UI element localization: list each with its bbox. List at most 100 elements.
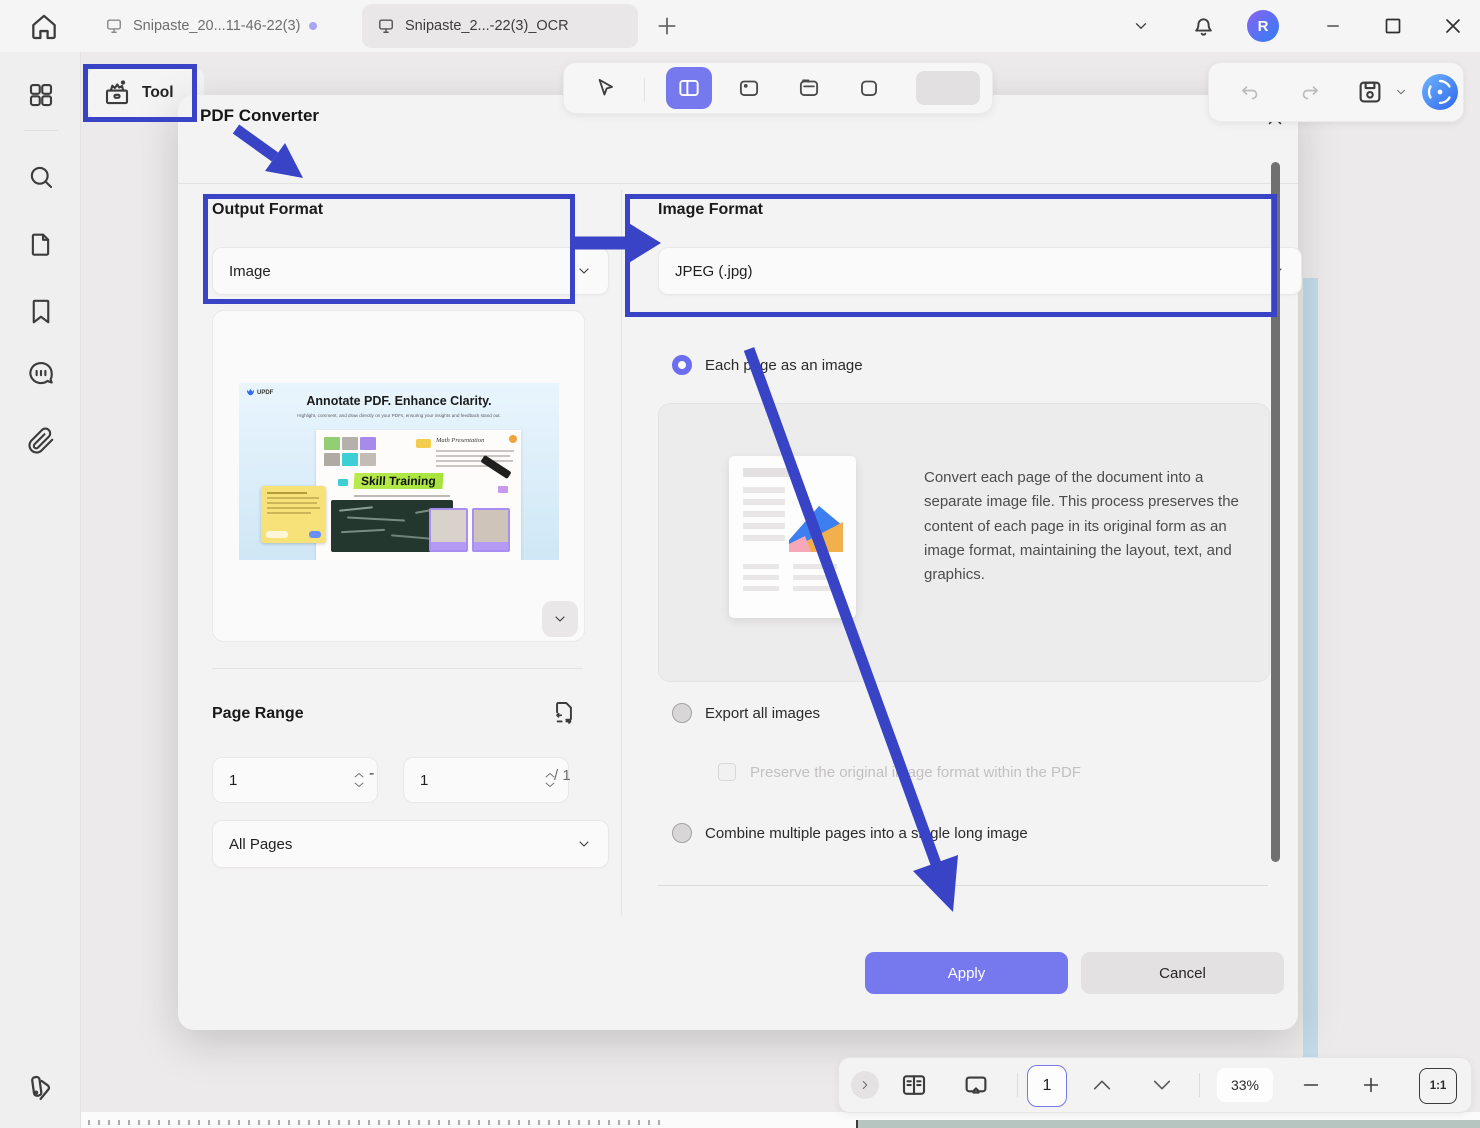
current-page-input[interactable]: 1: [1027, 1065, 1067, 1107]
note-title: Math Presentation: [436, 437, 484, 444]
thumbnail-title: Annotate PDF. Enhance Clarity.: [239, 394, 559, 408]
expand-panel-button[interactable]: [851, 1071, 879, 1099]
photo-chip: [324, 453, 340, 466]
page-to-stepper[interactable]: 1: [403, 757, 569, 803]
option-label: Each page as an image: [705, 357, 863, 374]
document-illustration: [729, 456, 856, 618]
page-thumbnail: UPDF Annotate PDF. Enhance Clarity. High…: [239, 383, 559, 560]
image-format-label: Image Format: [658, 201, 763, 219]
zoom-level-value: 33%: [1231, 1077, 1259, 1093]
chart-illustration: [781, 500, 851, 568]
stamp-tool-icon[interactable]: [736, 75, 762, 101]
page-preset-value: All Pages: [229, 836, 292, 853]
pages-file-icon[interactable]: [24, 227, 58, 261]
whiteboard-graphic: Math Presentation Skill Training: [316, 430, 521, 560]
file-actions-toolbar: [1208, 62, 1464, 122]
pdf-converter-dialog: PDF Converter Output Format Image UPDF A…: [178, 95, 1298, 1030]
teal-chip: [338, 479, 348, 486]
search-icon[interactable]: [24, 160, 58, 194]
save-icon[interactable]: [1355, 77, 1385, 107]
toolbar-divider: [1199, 1073, 1200, 1097]
dialog-scrollbar[interactable]: [1271, 162, 1280, 862]
option-export-all[interactable]: Export all images: [672, 703, 820, 723]
shape-tool-icon[interactable]: [856, 75, 882, 101]
option-label: Export all images: [705, 705, 820, 722]
maximize-button[interactable]: [1381, 14, 1405, 38]
chevron-down-icon: [576, 263, 592, 279]
purple-chip: [498, 486, 508, 493]
tag-chip: [416, 439, 431, 448]
tab-document-2[interactable]: Snipaste_2...-22(3)_OCR: [362, 4, 638, 48]
dialog-header-divider: [178, 183, 1298, 184]
close-window-button[interactable]: [1441, 14, 1465, 38]
option-description: Convert each page of the document into a…: [924, 466, 1254, 587]
redo-icon[interactable]: [1297, 80, 1323, 104]
presentation-mode-icon[interactable]: [961, 1070, 991, 1100]
toolbar-divider: [644, 78, 645, 102]
new-tab-button[interactable]: [654, 13, 680, 39]
save-options-chevron-icon[interactable]: [1393, 85, 1409, 99]
page-preset-select[interactable]: All Pages: [212, 820, 609, 868]
chevron-down-icon: [576, 836, 592, 852]
attachment-paperclip-icon[interactable]: [24, 424, 58, 458]
page-from-stepper[interactable]: 1: [212, 757, 378, 803]
zoom-level-display[interactable]: 33%: [1217, 1068, 1273, 1102]
output-format-select[interactable]: Image: [212, 247, 609, 295]
output-format-value: Image: [229, 263, 271, 280]
preview-expand-button[interactable]: [542, 601, 578, 637]
footer-divider: [658, 885, 1268, 886]
thumbnails-grid-icon[interactable]: [24, 78, 58, 112]
radio-icon[interactable]: [672, 703, 692, 723]
stepper-arrows[interactable]: [353, 771, 365, 789]
previous-page-button[interactable]: [1091, 1077, 1113, 1093]
tabs-dropdown-icon[interactable]: [1130, 17, 1152, 35]
page-range-settings-icon[interactable]: [550, 699, 578, 729]
cursor-tool-icon[interactable]: [592, 75, 618, 101]
sidebar: [0, 52, 81, 1128]
undo-icon[interactable]: [1237, 80, 1263, 104]
zoom-in-button[interactable]: [1359, 1074, 1383, 1096]
ai-assistant-button[interactable]: [1421, 73, 1459, 111]
actual-size-button[interactable]: 1:1: [1419, 1068, 1457, 1104]
checkbox-icon[interactable]: [718, 763, 736, 781]
print-tool-icon[interactable]: [796, 75, 822, 101]
toolbar-divider: [1017, 1073, 1018, 1097]
apply-button[interactable]: Apply: [865, 952, 1068, 994]
document-bottom-edge: [856, 1120, 1480, 1128]
framed-photo: [429, 508, 468, 552]
cancel-button[interactable]: Cancel: [1081, 952, 1284, 994]
avatar[interactable]: R: [1247, 10, 1279, 42]
ratio-label: 1:1: [1430, 1080, 1447, 1092]
reader-view-tool-active[interactable]: [666, 67, 712, 109]
preserve-format-checkbox-row[interactable]: Preserve the original image format withi…: [718, 763, 1081, 781]
avatar-initial: R: [1258, 18, 1269, 35]
radio-selected-icon[interactable]: [672, 355, 692, 375]
left-column-divider: [212, 668, 583, 669]
option-combine-pages[interactable]: Combine multiple pages into a single lon…: [672, 823, 1028, 843]
zoom-out-button[interactable]: [1299, 1074, 1323, 1096]
document-tick-marks: [18, 1120, 663, 1125]
minimize-button[interactable]: [1322, 17, 1344, 35]
page-from-value: 1: [229, 772, 237, 789]
photo-chip: [360, 437, 376, 450]
radio-icon[interactable]: [672, 823, 692, 843]
comments-icon[interactable]: [24, 357, 58, 391]
next-page-button[interactable]: [1151, 1077, 1173, 1093]
toolbox-icon: [102, 78, 132, 108]
annotation-toolbar: [563, 62, 993, 114]
bookmark-icon[interactable]: [24, 294, 58, 328]
output-format-label: Output Format: [212, 201, 323, 219]
app-window: Snipaste_20...11-46-22(3) Snipaste_2...-…: [0, 0, 1480, 1128]
home-icon[interactable]: [28, 10, 60, 42]
tab-document-1[interactable]: Snipaste_20...11-46-22(3): [90, 4, 370, 48]
image-format-value: JPEG (.jpg): [675, 263, 753, 280]
photo-chip: [342, 453, 358, 466]
color-swatch-icon[interactable]: [24, 1070, 58, 1104]
notifications-bell-icon[interactable]: [1190, 12, 1217, 39]
image-format-select[interactable]: JPEG (.jpg): [658, 247, 1302, 295]
preview-card: UPDF Annotate PDF. Enhance Clarity. High…: [212, 310, 585, 642]
two-page-view-icon[interactable]: [899, 1070, 929, 1100]
share-button[interactable]: [916, 71, 980, 105]
monitor-icon: [104, 16, 124, 36]
option-each-page[interactable]: Each page as an image: [672, 355, 863, 375]
